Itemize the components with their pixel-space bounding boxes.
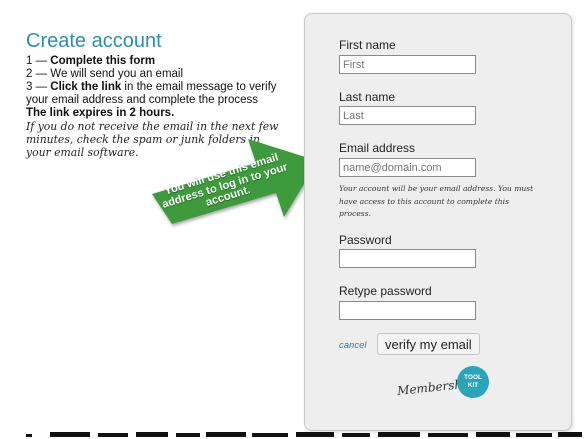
- step-2-prefix: 2 —: [26, 68, 51, 80]
- email-help-text: Your account will be your email address.…: [339, 184, 534, 218]
- email-callout-arrow: You will use this email address to log i…: [150, 133, 326, 255]
- password-field[interactable]: [339, 249, 476, 268]
- email-label: Email address: [339, 141, 416, 155]
- badge-line-2: KIT: [467, 382, 479, 389]
- first-name-label: First name: [339, 38, 396, 52]
- first-name-field[interactable]: [339, 55, 476, 74]
- email-field[interactable]: [339, 158, 476, 177]
- step-1: 1 — Complete this form: [26, 55, 284, 68]
- retype-password-label: Retype password: [339, 284, 432, 298]
- step-1-prefix: 1 —: [26, 55, 51, 67]
- retype-password-field[interactable]: [339, 301, 476, 320]
- step-3-prefix: 3 —: [26, 81, 51, 93]
- step-3-bold: Click the link: [50, 81, 122, 93]
- toolkit-badge-icon: TOOL KIT: [457, 366, 489, 398]
- cropped-text-strip: [26, 432, 582, 437]
- last-name-field[interactable]: [339, 106, 476, 125]
- last-name-label: Last name: [339, 90, 396, 104]
- signup-form-panel: First name Last name Email address Your …: [304, 13, 572, 431]
- step-2-text: We will send you an email: [50, 68, 184, 80]
- link-expiry-note: The link expires in 2 hours.: [26, 107, 175, 119]
- step-3: 3 — Click the link in the email message …: [26, 81, 284, 107]
- step-1-bold: Complete this form: [50, 55, 156, 67]
- badge-line-1: TOOL: [464, 374, 482, 381]
- cancel-link[interactable]: cancel: [339, 340, 366, 351]
- page-title: Create account: [26, 30, 162, 52]
- password-label: Password: [339, 233, 392, 247]
- membership-toolkit-logo: Membership TOOL KIT: [393, 366, 493, 406]
- step-2: 2 — We will send you an email: [26, 68, 284, 81]
- verify-email-button[interactable]: verify my email: [377, 333, 480, 355]
